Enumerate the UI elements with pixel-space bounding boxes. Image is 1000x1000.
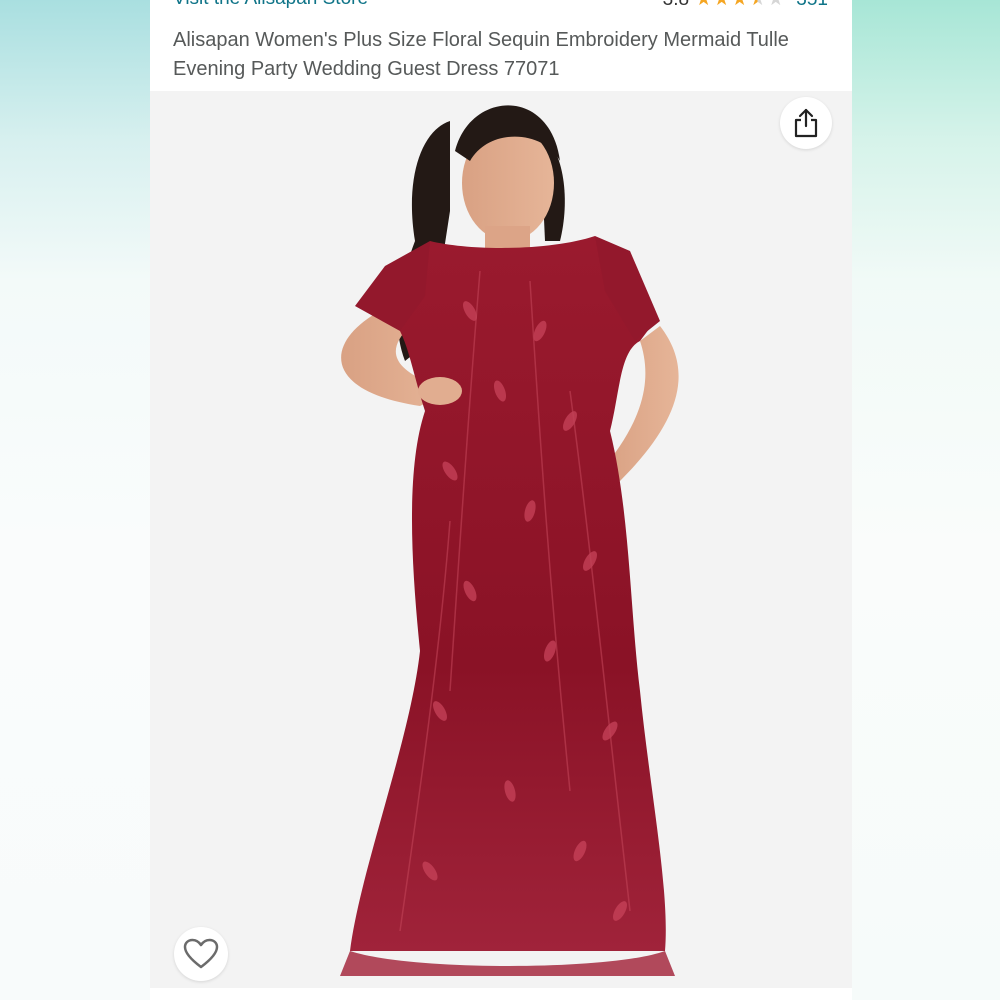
- bottom-strip: [150, 988, 852, 1000]
- product-panel: Visit the Alisapan Store 3.8 ★ ★ ★ ★ ★ 3…: [150, 0, 852, 1000]
- share-button[interactable]: [780, 97, 832, 149]
- star-icon: ★: [713, 0, 730, 11]
- star-icon: ★: [695, 0, 712, 11]
- background-left: [0, 0, 150, 1000]
- product-title: Alisapan Women's Plus Size Floral Sequin…: [173, 29, 789, 80]
- background-right: [852, 0, 1000, 1000]
- review-count[interactable]: 351: [796, 0, 828, 11]
- star-icon: ★: [731, 0, 748, 11]
- star-rating: ★ ★ ★ ★ ★: [695, 0, 784, 11]
- store-rating-row: Visit the Alisapan Store 3.8 ★ ★ ★ ★ ★ 3…: [150, 0, 852, 12]
- favorite-button[interactable]: [174, 927, 228, 981]
- store-link[interactable]: Visit the Alisapan Store: [173, 0, 368, 10]
- heart-icon: [183, 938, 219, 969]
- dress-photo: [340, 105, 679, 976]
- rating-value: 3.8: [663, 0, 689, 11]
- empty-star-icon: ★: [767, 0, 784, 11]
- rating-summary[interactable]: 3.8 ★ ★ ★ ★ ★ 351: [663, 0, 828, 11]
- half-star-icon: ★: [749, 0, 766, 11]
- share-icon: [794, 108, 818, 138]
- product-image[interactable]: [150, 91, 852, 988]
